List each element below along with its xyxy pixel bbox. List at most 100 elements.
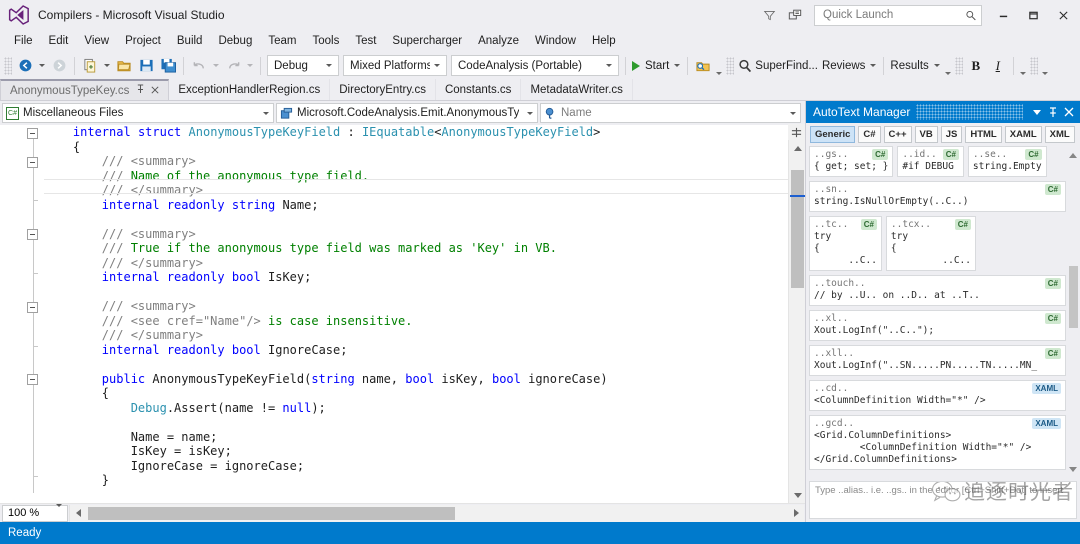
menu-tools[interactable]: Tools xyxy=(304,33,347,50)
menu-project[interactable]: Project xyxy=(117,33,169,50)
quick-launch-box[interactable] xyxy=(814,4,982,26)
save-icon[interactable] xyxy=(135,55,157,77)
close-button[interactable] xyxy=(1048,2,1078,28)
doc-tab-anonymoustypekey[interactable]: AnonymousTypeKey.cs xyxy=(0,79,170,100)
scroll-up-button[interactable] xyxy=(789,141,806,156)
fold-toggle-summary-3[interactable] xyxy=(27,302,38,313)
snippet-list[interactable]: ..gs.. C#{ get; set; } ..id.. C# #if DEBUG..… xyxy=(809,146,1066,478)
menu-view[interactable]: View xyxy=(76,33,117,50)
toolbar-overflow-icon[interactable] xyxy=(1040,57,1050,75)
redo-icon[interactable] xyxy=(222,55,244,77)
vertical-scroll-thumb[interactable] xyxy=(791,170,804,288)
format-toolbar-grip[interactable] xyxy=(954,56,963,75)
language-tab-xml[interactable]: XML xyxy=(1044,125,1075,143)
snippet-scroll-down-button[interactable] xyxy=(1066,462,1080,476)
undo-icon[interactable] xyxy=(188,55,210,77)
menu-supercharger[interactable]: Supercharger xyxy=(384,33,470,50)
superfind-toolbar-grip[interactable] xyxy=(726,56,735,75)
panel-dropdown-button[interactable] xyxy=(1029,103,1045,121)
reviews-button[interactable]: Reviews xyxy=(820,55,867,77)
new-item-dropdown-icon[interactable] xyxy=(104,64,110,67)
horizontal-scroll-thumb[interactable] xyxy=(88,506,455,520)
startup-project-combo[interactable]: CodeAnalysis (Portable) xyxy=(451,55,619,76)
snippet-card[interactable]: ..se.. C# string.Empty xyxy=(967,146,1047,177)
language-tab-js[interactable]: JS xyxy=(940,125,963,143)
language-tab-xaml[interactable]: XAML xyxy=(1004,125,1042,143)
new-item-icon[interactable] xyxy=(79,55,101,77)
feedback-icon[interactable] xyxy=(782,2,808,28)
language-tab-vb[interactable]: VB xyxy=(914,125,938,143)
language-tab-c[interactable]: C++ xyxy=(883,125,912,143)
type-scope-combo[interactable]: Microsoft.CodeAnalysis.Emit.AnonymousTyp xyxy=(276,103,538,123)
fold-toggle-summary-1[interactable] xyxy=(27,157,38,168)
start-dropdown-icon[interactable] xyxy=(674,64,681,67)
project-scope-combo[interactable]: C# Miscellaneous Files xyxy=(2,103,274,123)
panel-pin-button[interactable] xyxy=(1045,103,1061,121)
menu-build[interactable]: Build xyxy=(169,33,211,50)
menu-file[interactable]: File xyxy=(6,33,41,50)
menu-team[interactable]: Team xyxy=(260,33,304,50)
source-code-text[interactable]: internal struct AnonymousTypeKeyField : … xyxy=(44,125,788,488)
fold-toggle-summary-2[interactable] xyxy=(27,229,38,240)
navigate-back-dropdown-icon[interactable] xyxy=(39,64,45,67)
close-icon[interactable] xyxy=(151,85,159,97)
menu-help[interactable]: Help xyxy=(584,33,624,50)
doc-tab-metadatawriter[interactable]: MetadataWriter.cs xyxy=(521,79,633,100)
scroll-down-button[interactable] xyxy=(789,488,806,503)
results-dropdown-icon[interactable] xyxy=(933,64,940,67)
solution-configuration-combo[interactable]: Debug xyxy=(267,55,339,76)
snippet-card[interactable]: ..tc.. C# try { ..C.. xyxy=(809,216,882,271)
language-tab-html[interactable]: HTML xyxy=(965,125,1002,143)
panel-drag-grip[interactable] xyxy=(916,104,1023,120)
solution-platform-combo[interactable]: Mixed Platforms xyxy=(343,55,447,76)
format-overflow-icon[interactable] xyxy=(1018,57,1028,75)
member-scope-combo[interactable]: Name xyxy=(540,103,801,123)
snippet-card[interactable]: ..xl.. C# Xout.LogInf("..C.."); xyxy=(809,310,1066,341)
doc-tab-exceptionhandlerregion[interactable]: ExceptionHandlerRegion.cs xyxy=(169,79,331,100)
code-editor-surface[interactable]: internal struct AnonymousTypeKeyField : … xyxy=(0,124,806,503)
navigate-back-icon[interactable] xyxy=(14,55,36,77)
menu-analyze[interactable]: Analyze xyxy=(470,33,527,50)
maximize-button[interactable] xyxy=(1018,2,1048,28)
code-text-area[interactable]: internal struct AnonymousTypeKeyField : … xyxy=(44,125,788,503)
doc-tab-constants[interactable]: Constants.cs xyxy=(436,79,522,100)
quick-launch-input[interactable] xyxy=(821,8,966,22)
scroll-left-button[interactable] xyxy=(70,505,86,522)
snippet-card[interactable]: ..id.. C# #if DEBUG xyxy=(897,146,964,177)
menu-debug[interactable]: Debug xyxy=(210,33,260,50)
snippet-scroll-thumb[interactable] xyxy=(1069,266,1078,328)
language-tab-generic[interactable]: Generic xyxy=(810,125,856,143)
open-file-icon[interactable] xyxy=(113,55,135,77)
pin-icon[interactable] xyxy=(136,84,145,97)
snippet-scroll-up-button[interactable] xyxy=(1066,148,1080,162)
snippet-list-scrollbar[interactable] xyxy=(1066,146,1080,478)
editor-vertical-scrollbar[interactable] xyxy=(788,124,806,503)
snippet-card[interactable]: ..sn.. C# string.IsNullOrEmpty(..C..) xyxy=(809,181,1066,212)
snippet-card[interactable]: ..tcx.. C# try { ..C.. xyxy=(885,216,976,271)
outlining-margin[interactable] xyxy=(22,125,44,503)
panel-close-button[interactable] xyxy=(1061,103,1077,121)
snippet-card[interactable]: ..cd.. XAML <ColumnDefinition Width="*" /> xyxy=(809,380,1066,411)
start-debug-button[interactable]: Start xyxy=(630,55,671,77)
menu-edit[interactable]: Edit xyxy=(41,33,77,50)
zoom-level-combo[interactable]: 100 % xyxy=(2,504,68,522)
glyph-margin[interactable] xyxy=(0,125,22,503)
funnel-icon[interactable] xyxy=(756,2,782,28)
fold-toggle-constructor[interactable] xyxy=(27,374,38,385)
snippet-card[interactable]: ..touch.. C# // by ..U.. on ..D.. at ..T.. xyxy=(809,275,1066,306)
find-overflow-icon[interactable] xyxy=(714,57,724,75)
bold-button[interactable]: B xyxy=(965,55,987,77)
editor-splitter-handle[interactable] xyxy=(788,124,805,140)
italic-button[interactable]: I xyxy=(987,55,1009,77)
results-button[interactable]: Results xyxy=(888,55,930,77)
snippet-card[interactable]: ..gcd.. XAML <Grid.ColumnDefinitions> <Col… xyxy=(809,415,1066,470)
save-all-icon[interactable] xyxy=(157,55,179,77)
navigate-forward-icon[interactable] xyxy=(48,55,70,77)
fold-toggle-struct[interactable] xyxy=(27,128,38,139)
doc-tab-directoryentry[interactable]: DirectoryEntry.cs xyxy=(330,79,436,100)
editor-horizontal-scrollbar[interactable] xyxy=(69,504,804,522)
superfind-button[interactable]: SuperFind... xyxy=(736,55,820,77)
snippet-card[interactable]: ..gs.. C#{ get; set; } xyxy=(809,146,894,177)
reviews-dropdown-icon[interactable] xyxy=(870,64,877,67)
language-tab-c[interactable]: C# xyxy=(858,125,881,143)
